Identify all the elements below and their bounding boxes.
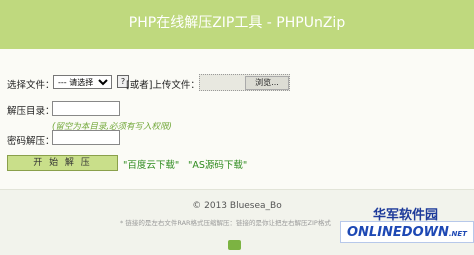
watermark-logo-text: ONLINEDOWN bbox=[347, 225, 449, 240]
footer-tip: * 链接的是左右文件RAR格式压缩解压：链接的是你让把左右解压ZIP格式 bbox=[120, 219, 331, 227]
baidu-download-link[interactable]: "百度云下载" bbox=[123, 157, 179, 171]
select-file-label: 选择文件： bbox=[7, 80, 55, 91]
extract-dir-label: 解压目录： bbox=[7, 106, 55, 117]
file-select[interactable]: --- 请选择 --- bbox=[53, 75, 112, 89]
file-upload-field[interactable]: 浏览... bbox=[199, 74, 290, 91]
extract-dir-input[interactable] bbox=[52, 101, 120, 116]
footer-icon bbox=[228, 240, 241, 250]
as-source-download-link[interactable]: "AS源码下载" bbox=[188, 157, 247, 171]
password-label: 密码解压： bbox=[7, 136, 55, 147]
upload-file-label: [或者]上传文件： bbox=[126, 80, 200, 91]
page-header: PHP在线解压ZIP工具 - PHPUnZip bbox=[0, 0, 474, 49]
watermark-logo-suffix: .NET bbox=[448, 230, 467, 238]
watermark-logo: ONLINEDOWN.NET bbox=[340, 221, 474, 243]
page-title: PHP在线解压ZIP工具 - PHPUnZip bbox=[128, 15, 346, 31]
browse-button[interactable]: 浏览... bbox=[245, 76, 289, 90]
password-input[interactable] bbox=[52, 130, 120, 145]
start-extract-button[interactable]: 开 始 解 压 bbox=[7, 155, 118, 171]
